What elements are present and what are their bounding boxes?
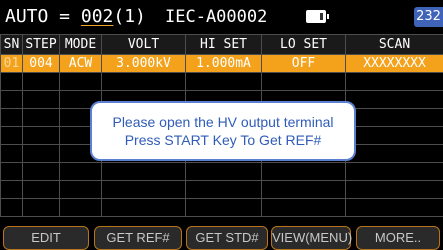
cell-lo-set: OFF xyxy=(261,54,346,73)
auto-program-indicator: AUTO = 002(1) xyxy=(5,6,146,27)
get-ref-button[interactable]: GET REF# xyxy=(94,226,182,250)
dialog-message-line-1: Please open the HV output terminal xyxy=(112,114,334,130)
dialog-message-line-2: Press START Key To Get REF# xyxy=(124,132,322,148)
column-header-scan: SCAN xyxy=(345,34,443,55)
view-menu-button[interactable]: VIEW(MENU) xyxy=(271,226,352,250)
column-header-step: STEP xyxy=(22,34,60,55)
more-button[interactable]: MORE.. xyxy=(356,226,440,250)
cell-sn: 01 xyxy=(0,54,23,73)
auto-number[interactable]: 002 xyxy=(81,6,114,27)
cell-hi-set: 1.000mA xyxy=(185,54,262,73)
cell-step: 004 xyxy=(22,54,60,73)
edit-button[interactable]: EDIT xyxy=(3,226,89,250)
instrument-screen: AUTO = 002(1) IEC-A00002 232 SN STEP MOD… xyxy=(0,0,443,250)
hv-warning-dialog: Please open the HV output terminal Press… xyxy=(90,101,356,161)
status-badge: 232 xyxy=(414,7,443,27)
table-row-empty[interactable] xyxy=(0,72,443,91)
column-header-hi-set: HI SET xyxy=(185,34,262,55)
table-row-empty[interactable] xyxy=(0,162,443,181)
column-header-volt: VOLT xyxy=(101,34,186,55)
battery-icon xyxy=(306,10,329,23)
cell-mode: ACW xyxy=(59,54,102,73)
standard-name: IEC-A00002 xyxy=(165,7,268,27)
table-row-empty[interactable] xyxy=(0,180,443,199)
get-std-button[interactable]: GET STD# xyxy=(186,226,268,250)
table-row-empty[interactable] xyxy=(0,198,443,217)
cell-scan: XXXXXXXX xyxy=(345,54,443,73)
column-header-sn: SN xyxy=(0,34,23,55)
column-header-mode: MODE xyxy=(59,34,102,55)
table-row[interactable]: 01 004 ACW 3.000kV 1.000mA OFF XXXXXXXX xyxy=(0,54,443,73)
column-header-lo-set: LO SET xyxy=(261,34,346,55)
soft-key-bar: EDIT GET REF# GET STD# VIEW(MENU) MORE.. xyxy=(0,226,443,250)
table-header-row: SN STEP MODE VOLT HI SET LO SET SCAN xyxy=(0,34,443,55)
cell-volt: 3.000kV xyxy=(101,54,186,73)
status-bar: AUTO = 002(1) IEC-A00002 232 xyxy=(0,0,443,34)
auto-label: AUTO = xyxy=(5,6,81,27)
auto-step-count: (1) xyxy=(113,6,146,27)
